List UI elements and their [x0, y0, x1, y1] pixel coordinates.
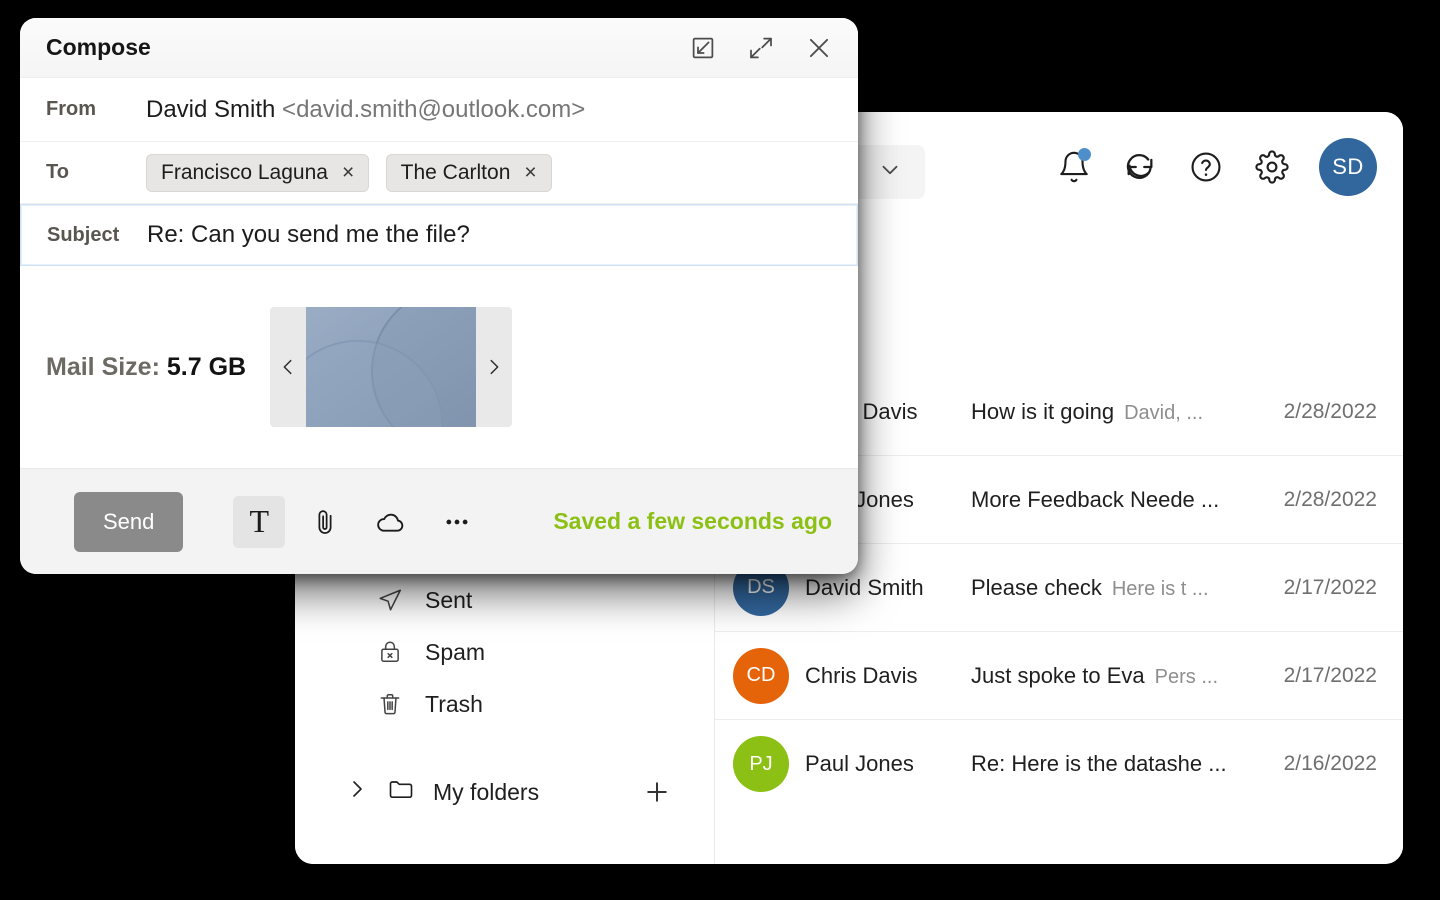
my-folders-label: My folders: [433, 778, 540, 805]
attachment-carousel: [270, 307, 513, 427]
from-label: From: [46, 98, 96, 120]
mail-subject: How is it going: [971, 398, 1115, 424]
screen: SD Sent Spam Trash My folders Chris Davi…: [0, 0, 1440, 900]
trash-icon: [377, 691, 403, 717]
notification-badge: [1078, 148, 1091, 161]
mail-date: 2/17/2022: [1283, 663, 1377, 687]
subject-input[interactable]: Re: Can you send me the file?: [147, 221, 470, 249]
popout-icon[interactable]: [686, 31, 720, 65]
paperclip-icon[interactable]: [299, 496, 351, 548]
send-button[interactable]: Send: [74, 491, 184, 552]
chevron-down-icon[interactable]: [877, 157, 903, 188]
avatar-initials: DS: [747, 576, 775, 598]
compose-toolbar: Send T Saved a few seconds ago: [20, 468, 858, 574]
avatar[interactable]: SD: [1319, 138, 1377, 196]
from-name: David Smith: [146, 95, 276, 123]
recipient-name: Francisco Laguna: [161, 160, 328, 184]
remove-recipient-icon[interactable]: ×: [524, 162, 536, 183]
subject-label: Subject: [47, 223, 120, 246]
table-row[interactable]: PJ Paul Jones Re: Here is the datashe ..…: [715, 720, 1403, 808]
recipient-pill[interactable]: The Carlton ×: [385, 153, 552, 192]
sidebar-item-sent[interactable]: Sent: [295, 574, 714, 626]
mail-summary: Please check Here is t ...: [971, 575, 1268, 601]
chevron-left-icon[interactable]: [270, 307, 307, 427]
toolbar-icons: T: [233, 495, 483, 548]
mail-subject: More Feedback Neede ...: [971, 486, 1220, 512]
more-icon[interactable]: [431, 496, 483, 548]
mail-sender: Chris Davis: [805, 662, 918, 688]
avatar-initials: SD: [1332, 154, 1364, 179]
gear-icon[interactable]: [1253, 148, 1291, 186]
mail-sender: David Smith: [805, 574, 924, 600]
compose-header-actions: [686, 31, 836, 65]
avatar: CD: [733, 647, 789, 704]
mail-subject: Please check: [971, 574, 1102, 600]
subject-field[interactable]: Subject Re: Can you send me the file?: [20, 204, 858, 266]
mail-preview: David, ...: [1124, 401, 1203, 424]
sidebar-item-label: Trash: [425, 690, 483, 717]
from-value[interactable]: David Smith <david.smith@outlook.com>: [146, 96, 585, 124]
to-field[interactable]: To Francisco Laguna × The Carlton ×: [20, 142, 858, 204]
remove-recipient-icon[interactable]: ×: [342, 162, 354, 183]
avatar-initials: PJ: [749, 752, 773, 775]
mail-summary: More Feedback Neede ...: [971, 487, 1268, 513]
recipient-list: Francisco Laguna × The Carlton ×: [146, 153, 564, 192]
sidebar-item-label: Spam: [425, 638, 486, 665]
mail-date: 2/28/2022: [1283, 487, 1377, 511]
mail-size-label: Mail Size:: [46, 352, 160, 381]
spam-icon: [377, 639, 403, 665]
refresh-icon[interactable]: [1121, 148, 1159, 186]
bell-icon[interactable]: [1055, 148, 1093, 186]
mail-preview: Pers ...: [1154, 665, 1219, 688]
mail-sender: Paul Jones: [805, 751, 914, 776]
avatar-initials: CD: [746, 664, 776, 686]
mail-size: Mail Size: 5.7 GB: [46, 353, 246, 382]
mail-summary: Just spoke to Eva Pers ...: [971, 663, 1268, 689]
avatar: PJ: [733, 736, 789, 792]
mail-subject: Just spoke to Eva: [971, 662, 1145, 688]
table-row[interactable]: CD Chris Davis Just spoke to Eva Pers ..…: [715, 632, 1403, 720]
sidebar-item-my-folders[interactable]: My folders: [295, 766, 714, 818]
mail-size-value: 5.7 GB: [166, 352, 247, 381]
mail-date: 2/17/2022: [1283, 575, 1377, 599]
page-title: Compose: [46, 34, 151, 60]
recipient-name: The Carlton: [400, 160, 511, 184]
sidebar-item-spam[interactable]: Spam: [295, 626, 714, 678]
expand-icon[interactable]: [744, 31, 778, 65]
folder-icon: [387, 775, 415, 809]
mail-date: 2/28/2022: [1283, 399, 1377, 423]
mail-date: 2/16/2022: [1283, 752, 1377, 775]
topbar-actions: SD: [1055, 138, 1377, 196]
sidebar-item-label: Sent: [425, 586, 473, 613]
compose-body: Mail Size: 5.7 GB: [20, 266, 858, 468]
from-field: From David Smith <david.smith@outlook.co…: [20, 78, 858, 142]
mail-subject: Re: Here is the datashe ...: [971, 751, 1227, 776]
cloud-icon[interactable]: [365, 496, 417, 548]
compose-window: Compose From David Smith <david.smith@ou…: [20, 18, 858, 574]
mail-summary: Re: Here is the datashe ...: [971, 751, 1268, 777]
compose-header: Compose: [20, 18, 858, 78]
recipient-pill[interactable]: Francisco Laguna ×: [146, 153, 370, 192]
status-badge: Saved a few seconds ago: [553, 508, 832, 534]
text-format-icon[interactable]: T: [233, 495, 286, 548]
to-label: To: [46, 161, 69, 183]
send-icon: [377, 587, 403, 613]
chevron-right-icon[interactable]: [476, 307, 513, 427]
text-format-glyph: T: [249, 503, 270, 539]
mail-preview: Here is t ...: [1111, 577, 1209, 600]
help-icon[interactable]: [1187, 148, 1225, 186]
mail-summary: How is it going David, ...: [971, 399, 1268, 425]
chevron-right-icon[interactable]: [345, 777, 369, 807]
from-email: <david.smith@outlook.com>: [282, 95, 586, 123]
sidebar-item-trash[interactable]: Trash: [295, 678, 714, 730]
attachment-preview[interactable]: [306, 307, 477, 427]
plus-icon[interactable]: [642, 777, 672, 807]
close-icon[interactable]: [802, 31, 836, 65]
